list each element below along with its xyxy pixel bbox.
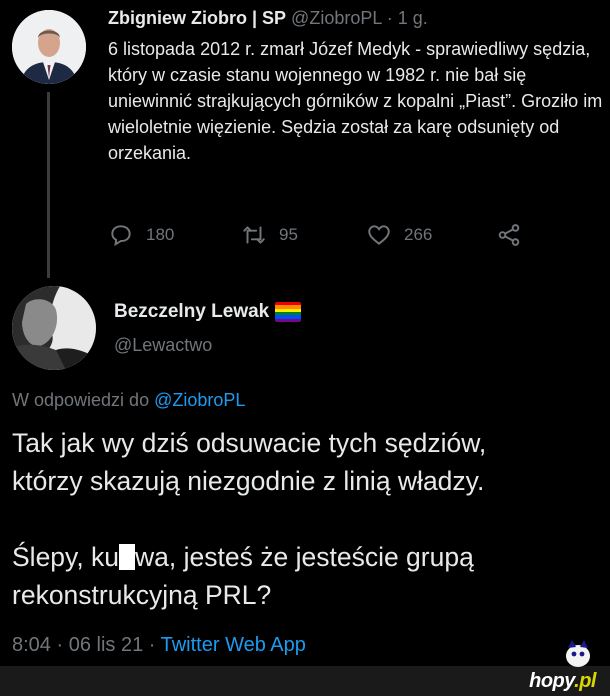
tweet-header: Zbigniew Ziobro | SP @ZiobroPL · 1 g. bbox=[108, 8, 428, 29]
author-handle[interactable]: @ZiobroPL bbox=[291, 8, 382, 28]
like-icon bbox=[368, 225, 390, 245]
reply-line: którzy skazują niezgodnie z linią władzy… bbox=[12, 466, 485, 496]
tweet-actions: 180 95 266 bbox=[108, 222, 528, 252]
original-tweet[interactable]: Zbigniew Ziobro | SP @ZiobroPL · 1 g. 6 … bbox=[0, 0, 610, 278]
tweet-timestamp[interactable]: · 1 g. bbox=[387, 8, 428, 28]
share-icon bbox=[498, 224, 520, 246]
reply-button[interactable]: 180 bbox=[108, 222, 174, 248]
reply-tweet-text: Tak jak wy dziś odsuwacie tych sędziów, … bbox=[12, 424, 602, 614]
share-button[interactable] bbox=[496, 222, 534, 248]
reply-line: Ślepy, ku wa, jesteś że jesteście grupą bbox=[12, 538, 602, 576]
reply-text-fragment: Ślepy, ku bbox=[12, 542, 120, 572]
retweet-count: 95 bbox=[279, 225, 298, 244]
censor-bar bbox=[119, 544, 136, 570]
tweet-text: 6 listopada 2012 r. zmarł Józef Medyk - … bbox=[108, 39, 603, 163]
reply-meta: 8:04 · 06 lis 21 · Twitter Web App bbox=[12, 634, 306, 657]
ziobro-avatar[interactable] bbox=[12, 10, 86, 84]
reply-timestamp[interactable]: 8:04 · 06 lis 21 · bbox=[12, 634, 161, 656]
reply-author-name[interactable]: Bezczelny Lewak bbox=[114, 301, 269, 323]
mascot-icon bbox=[566, 640, 590, 667]
author-name[interactable]: Zbigniew Ziobro | SP bbox=[108, 8, 286, 28]
retweet-button[interactable]: 95 bbox=[241, 222, 298, 248]
reply-line: Tak jak wy dziś odsuwacie tych sędziów, bbox=[12, 428, 487, 458]
lewak-avatar[interactable] bbox=[12, 286, 96, 370]
rainbow-flag-icon bbox=[275, 302, 302, 322]
watermark-text: hopy bbox=[529, 670, 575, 692]
hopy-watermark: hopy.pl bbox=[529, 670, 596, 693]
source-app-link[interactable]: Twitter Web App bbox=[161, 634, 306, 656]
reply-icon bbox=[111, 225, 131, 247]
retweet-icon bbox=[243, 226, 265, 244]
reply-text-fragment: wa, jesteś że jesteście grupą bbox=[135, 542, 474, 572]
like-button[interactable]: 266 bbox=[366, 222, 432, 248]
thread-connector-line bbox=[47, 92, 50, 278]
reply-count: 180 bbox=[146, 225, 175, 244]
like-count: 266 bbox=[404, 225, 433, 244]
reply-prefix: W odpowiedzi do bbox=[12, 390, 155, 410]
reply-author-handle[interactable]: @Lewactwo bbox=[114, 335, 212, 356]
replying-to: W odpowiedzi do @ZiobroPL bbox=[12, 390, 245, 411]
watermark-suffix: .pl bbox=[574, 670, 596, 692]
watermark-bar bbox=[0, 666, 610, 696]
reply-mention-link[interactable]: @ZiobroPL bbox=[154, 390, 245, 410]
reply-line: rekonstrukcyjną PRL? bbox=[12, 580, 272, 610]
reply-author[interactable]: Bezczelny Lewak bbox=[114, 301, 302, 323]
